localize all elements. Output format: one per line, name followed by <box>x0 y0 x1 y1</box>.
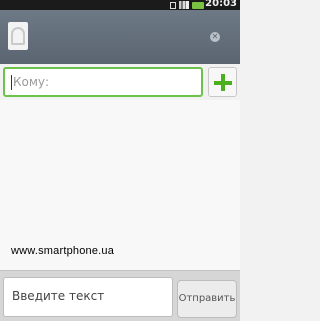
watermark-text: www.smartphone.ua <box>11 245 115 257</box>
sim-icon <box>170 1 176 9</box>
message-input[interactable]: Введите текст <box>3 277 173 317</box>
recipient-placeholder: Кому: <box>13 75 50 89</box>
message-placeholder: Введите текст <box>12 289 105 303</box>
compose-bar: Введите текст Отправить <box>0 270 240 321</box>
status-icons <box>170 0 204 10</box>
recipient-field[interactable]: Кому: <box>3 67 203 97</box>
battery-icon <box>192 1 204 9</box>
signal-icon <box>179 1 189 9</box>
avatar-icon <box>8 22 28 50</box>
status-time: 20:03 <box>205 0 237 9</box>
close-icon[interactable]: ✕ <box>210 32 220 42</box>
recipient-input[interactable]: Кому: <box>3 67 203 97</box>
text-caret <box>11 75 12 90</box>
send-button[interactable]: Отправить <box>177 280 237 318</box>
add-contact-button[interactable] <box>208 67 237 97</box>
status-bar: 20:03 <box>0 0 240 10</box>
compose-header: ✕ <box>0 10 240 64</box>
